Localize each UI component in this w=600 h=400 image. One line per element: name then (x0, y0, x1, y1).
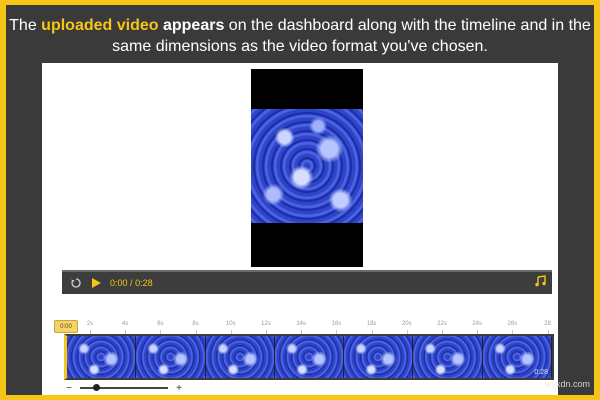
caption-text-1: The (9, 17, 42, 34)
current-time: 0:00 (110, 278, 128, 288)
total-duration: 0:28 (135, 278, 153, 288)
timeline-tick-label: 12s (261, 321, 271, 327)
screenshot-frame: The uploaded video appears on the dashbo… (6, 5, 594, 395)
timeline-zoom: − + (64, 383, 184, 394)
playhead-handle[interactable]: 0:00 (54, 320, 78, 333)
timeline-tick-label: 4s (122, 321, 129, 327)
player-controls: 0:00 / 0:28 (62, 270, 552, 294)
clip-thumbnail (274, 336, 345, 378)
restart-icon[interactable] (70, 277, 82, 289)
zoom-in-button[interactable]: + (174, 383, 184, 394)
timeline-tick-label: 24s (472, 321, 483, 327)
clip-thumbnail (413, 336, 483, 378)
timeline-tick-label: 22s (437, 321, 447, 327)
timeline-tick-label: 2s (86, 321, 94, 327)
timeline-ruler[interactable]: 2s 4s 6s 8s 10s 12s 14s 16s 18s 20s 22s 24s 26s 28 (56, 321, 556, 335)
caption-highlight: uploaded video (41, 17, 159, 34)
clip-duration: 0:28 (534, 369, 548, 376)
timeline-tick-label: 6s (157, 321, 164, 327)
time-separator: / (130, 278, 133, 288)
timeline-tick-label: 8s (192, 321, 199, 327)
timeline-tick-label: 28 (544, 321, 551, 327)
playhead-time: 0:00 (60, 323, 72, 330)
zoom-out-button[interactable]: − (64, 383, 74, 394)
caption-bold: appears (162, 17, 225, 34)
timeline-tick-label: 14s (296, 321, 307, 327)
time-readout: 0:00 / 0:28 (110, 278, 153, 288)
zoom-slider-thumb[interactable] (93, 384, 101, 391)
timeline-tick-label: 18s (366, 321, 377, 327)
timeline-tick-label: 20s (401, 321, 412, 327)
zoom-slider[interactable] (80, 384, 168, 391)
music-note-icon[interactable] (534, 275, 546, 287)
play-icon[interactable] (90, 277, 102, 289)
clip-thumbnail (136, 336, 206, 378)
watermark: wsxdn.com (544, 379, 590, 389)
editor-panel: 0:00 / 0:28 2s 4s 6s 8s 10s 12s 14s 16s 18s 20s 22… (42, 63, 558, 395)
timeline-tick-label: 10s (225, 321, 236, 327)
clip-thumbnail (344, 336, 414, 378)
timeline-clip-strip[interactable]: 0:28 (64, 334, 554, 380)
video-frame-image (251, 109, 363, 223)
clip-thumbnail (67, 336, 137, 378)
clip-thumbnail (205, 336, 275, 378)
video-preview[interactable] (251, 69, 363, 267)
timeline-tick-label: 16s (331, 321, 342, 327)
instruction-caption: The uploaded video appears on the dashbo… (6, 15, 594, 57)
timeline-tick-label: 26s (507, 321, 518, 327)
